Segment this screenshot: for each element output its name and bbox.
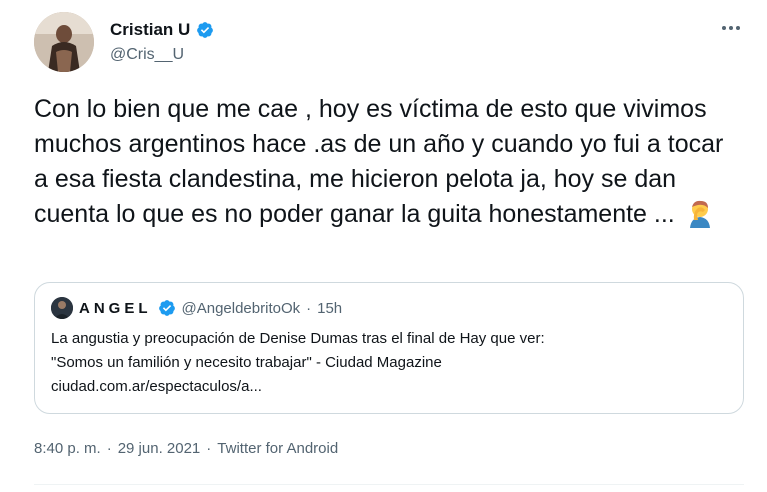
tweet: Cristian U @Cris__U Con lo bien que me c… — [0, 0, 767, 492]
more-options-icon[interactable] — [716, 16, 746, 40]
tweet-text-body: Con lo bien que me cae , hoy es víctima … — [34, 95, 724, 228]
tweet-date[interactable]: 29 jun. 2021 — [118, 440, 201, 457]
avatar-image — [34, 12, 94, 72]
quoted-text-line: La angustia y preocupación de Denise Dum… — [51, 330, 545, 347]
author-display-name[interactable]: Cristian U — [110, 20, 190, 40]
tweet-source[interactable]: Twitter for Android — [217, 440, 338, 457]
author-handle[interactable]: @Cris__U — [110, 46, 184, 64]
facepalm-emoji-icon — [689, 200, 710, 228]
meta-separator: · — [106, 440, 112, 457]
quoted-timestamp[interactable]: 15h — [317, 300, 342, 317]
quoted-author-name[interactable]: ANGEL — [79, 300, 152, 317]
quoted-text-line: "Somos un familión y necesito trabajar" … — [51, 354, 442, 371]
tweet-time[interactable]: 8:40 p. m. — [34, 440, 101, 457]
quoted-author-avatar[interactable] — [51, 297, 73, 319]
quoted-tweet-text: La angustia y preocupación de Denise Dum… — [51, 327, 731, 399]
author-name-row: Cristian U — [110, 20, 214, 40]
quoted-author-handle[interactable]: @AngeldebritoOk — [182, 300, 301, 317]
quoted-link[interactable]: ciudad.com.ar/espectaculos/a... — [51, 375, 731, 399]
quoted-separator: · — [306, 299, 312, 317]
tweet-text: Con lo bien que me cae , hoy es víctima … — [34, 92, 734, 232]
verified-badge-icon — [197, 22, 214, 38]
avatar[interactable] — [34, 12, 94, 72]
quoted-tweet-card[interactable]: ANGEL @AngeldebritoOk · 15h La angustia … — [34, 282, 744, 414]
divider — [34, 484, 744, 485]
verified-badge-icon — [158, 300, 175, 316]
tweet-meta: 8:40 p. m. · 29 jun. 2021 · Twitter for … — [34, 440, 338, 457]
meta-separator: · — [206, 440, 212, 457]
quoted-tweet-header: ANGEL @AngeldebritoOk · 15h — [51, 297, 342, 319]
